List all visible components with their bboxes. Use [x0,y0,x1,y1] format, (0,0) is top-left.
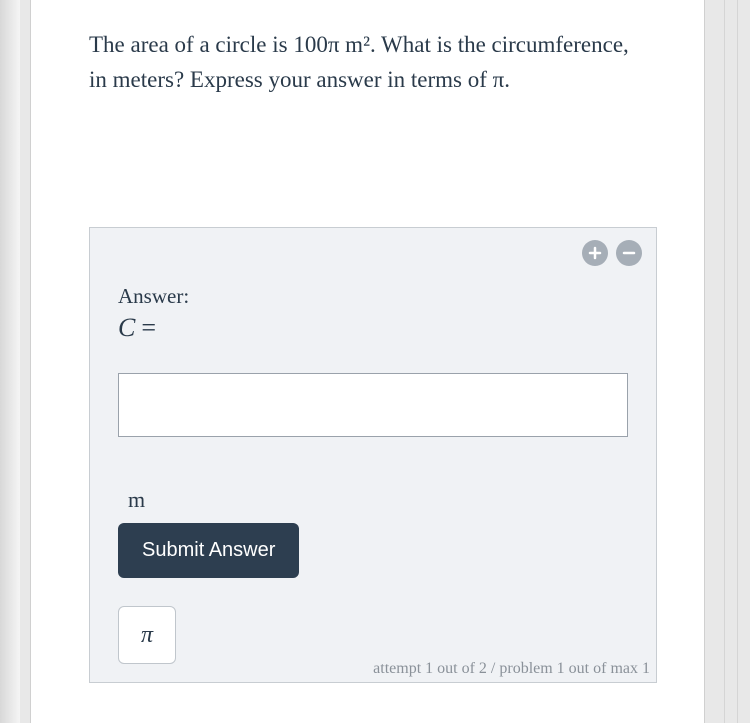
question-text: The area of a circle is 100π m². What is… [89,28,646,97]
answer-input[interactable] [118,373,628,437]
minus-icon[interactable] [616,240,642,266]
answer-variable: C= [118,313,628,343]
variable-letter: C [118,313,135,342]
pi-button[interactable]: π [118,606,176,664]
answer-panel: Answer: C= m Submit Answer π attempt 1 o… [89,227,657,683]
page-edge [0,0,20,723]
plus-icon[interactable] [582,240,608,266]
content-card: The area of a circle is 100π m². What is… [30,0,705,723]
equals-sign: = [141,313,156,342]
scrollbar-track[interactable] [724,0,738,723]
units-label: m [118,487,628,513]
panel-controls [582,240,642,266]
submit-button[interactable]: Submit Answer [118,523,299,578]
answer-label: Answer: [118,284,628,309]
attempt-status: attempt 1 out of 2 / problem 1 out of ma… [373,660,650,678]
